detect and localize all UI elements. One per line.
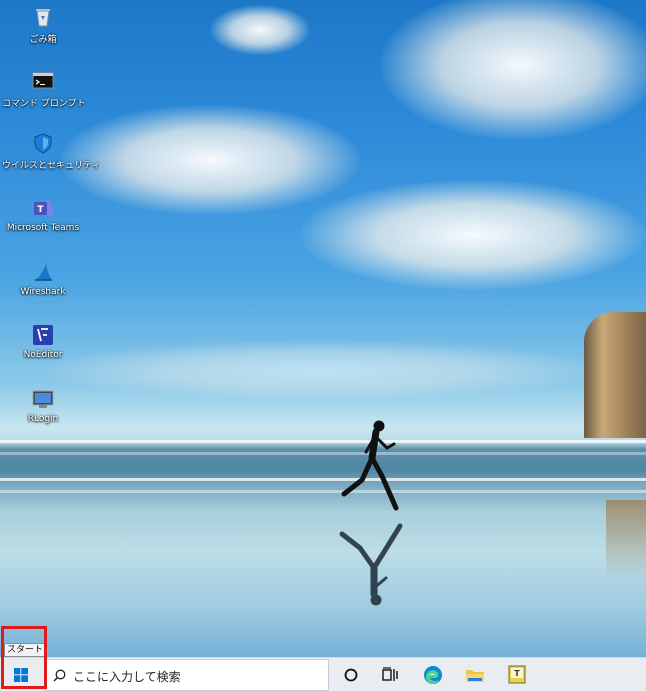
desktop-icon-label: RLogin <box>27 414 59 424</box>
desktop-icon-label: コマンド プロンプト <box>2 99 86 109</box>
edge-icon <box>424 666 442 684</box>
svg-text:T: T <box>37 205 44 215</box>
wallpaper-surf <box>0 440 646 443</box>
edge-button[interactable] <box>421 663 445 687</box>
desktop-icon-wireshark[interactable]: Wireshark <box>2 261 84 297</box>
desktop-icon-rlogin[interactable]: RLogin <box>2 388 84 424</box>
rlogin-icon <box>32 388 54 410</box>
task-view-button[interactable] <box>378 663 402 687</box>
file-explorer-button[interactable] <box>463 663 487 687</box>
desktop-icon-label: NoEditor <box>23 350 63 360</box>
cortana-button[interactable] <box>339 663 363 687</box>
runner-reflection <box>339 523 403 606</box>
search-placeholder: ここに入力して検索 <box>73 670 181 684</box>
wallpaper-cloud <box>60 105 360 215</box>
search-icon <box>53 669 66 682</box>
windows-logo-icon <box>14 668 28 682</box>
wallpaper-cloud <box>40 340 600 400</box>
search-box[interactable]: ここに入力して検索 <box>44 659 329 691</box>
wallpaper-cloud <box>380 0 646 140</box>
desktop-icon-command-prompt[interactable]: コマンド プロンプト <box>2 70 86 109</box>
wallpaper-surf <box>0 478 646 481</box>
svg-text:T: T <box>514 669 520 678</box>
command-prompt-icon <box>32 70 54 92</box>
teams-icon: T <box>32 197 54 219</box>
security-shield-icon <box>32 132 54 154</box>
runner-silhouette <box>341 420 399 511</box>
wireshark-fin-icon <box>32 261 54 283</box>
wallpaper-cliff <box>584 312 646 438</box>
notepad-app-button[interactable]: T <box>505 663 529 687</box>
desktop-icon-label: ごみ箱 <box>29 35 57 45</box>
wallpaper-cloud <box>210 5 310 55</box>
desktop-icon-label: Wireshark <box>20 287 66 297</box>
wallpaper-cloud <box>300 180 646 290</box>
cortana-circle-icon <box>344 668 358 682</box>
start-button[interactable] <box>0 658 44 691</box>
recycle-bin-icon <box>32 6 54 28</box>
desktop-icon-security[interactable]: ウイルスとセキュリティ <box>2 132 101 171</box>
desktop: ごみ箱 コマンド プロンプト ウイルスとセキュリティ T Microsoft T… <box>0 0 646 691</box>
desktop-icon-label: Microsoft Teams <box>6 223 80 233</box>
desktop-icon-label: ウイルスとセキュリティ <box>2 161 101 171</box>
file-explorer-icon <box>466 670 484 682</box>
task-view-icon <box>382 667 398 681</box>
wallpaper-cliff-reflection <box>606 500 646 580</box>
taskbar: ここに入力して検索 T <box>0 657 646 691</box>
wallpaper-surf <box>0 452 646 455</box>
noeditor-icon <box>32 324 54 346</box>
wallpaper-surf <box>0 490 646 493</box>
start-tooltip: スタート <box>4 643 47 657</box>
desktop-icon-noeditor[interactable]: NoEditor <box>2 324 84 360</box>
notepad-app-icon: T <box>508 665 526 684</box>
desktop-icon-teams[interactable]: T Microsoft Teams <box>2 197 84 233</box>
desktop-icon-recycle-bin[interactable]: ごみ箱 <box>2 6 84 45</box>
